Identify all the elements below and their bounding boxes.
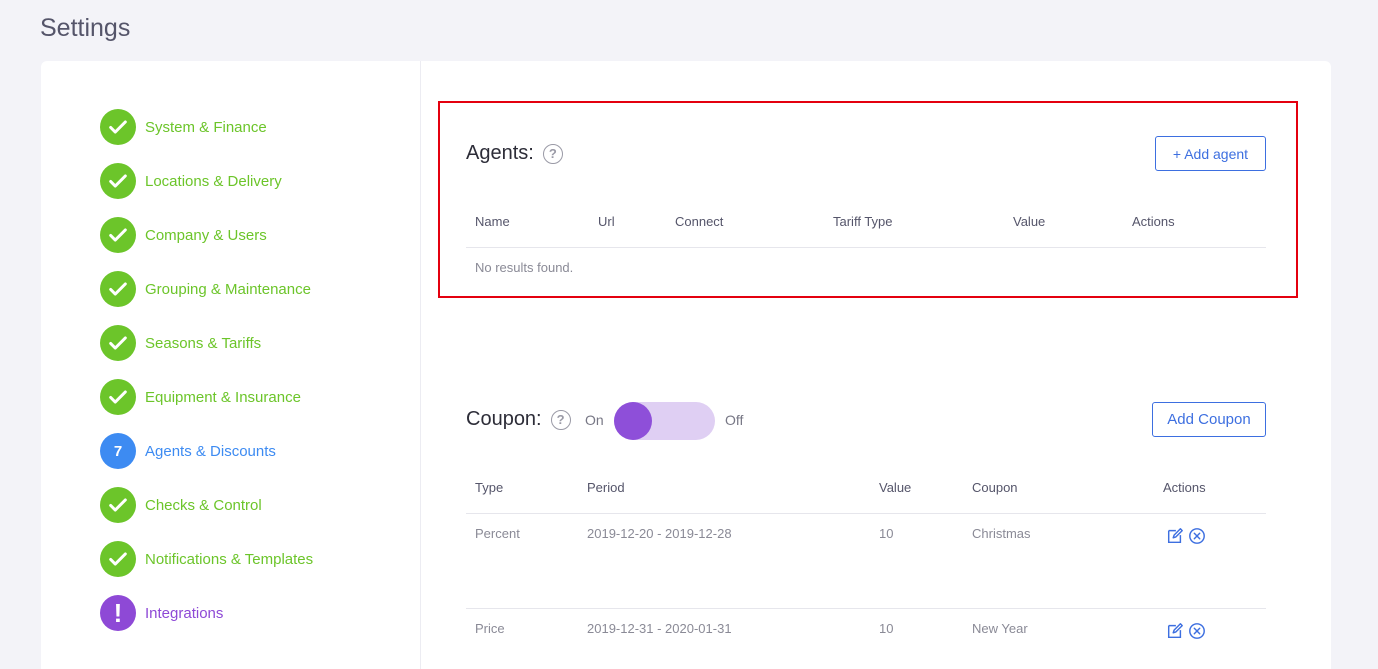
coupon-value: 10 xyxy=(879,526,894,541)
step-seasons-tariffs[interactable]: Seasons & Tariffs xyxy=(100,316,313,370)
question-circle-icon[interactable]: ? xyxy=(550,409,571,430)
check-icon xyxy=(100,109,136,145)
coupon-col-coupon: Coupon xyxy=(972,480,1018,495)
steps-list: System & Finance Locations & Delivery Co… xyxy=(100,100,313,640)
coupon-type: Price xyxy=(475,621,505,636)
agents-col-name: Name xyxy=(475,214,510,229)
step-label: Grouping & Maintenance xyxy=(145,280,311,298)
step-label: Integrations xyxy=(145,604,224,622)
check-icon xyxy=(100,325,136,361)
agents-title-text: Agents: xyxy=(466,142,534,164)
coupon-col-period: Period xyxy=(587,480,625,495)
step-agents-discounts[interactable]: 7 Agents & Discounts xyxy=(100,424,313,478)
check-icon xyxy=(100,217,136,253)
step-number-badge: 7 xyxy=(100,433,136,469)
check-icon xyxy=(100,541,136,577)
step-label: Checks & Control xyxy=(145,496,262,514)
step-company-users[interactable]: Company & Users xyxy=(100,208,313,262)
toggle-off-label: Off xyxy=(725,412,744,428)
coupon-col-actions: Actions xyxy=(1163,480,1206,495)
edit-icon[interactable] xyxy=(1166,527,1184,545)
toggle-on-label: On xyxy=(585,412,604,428)
check-icon xyxy=(100,271,136,307)
step-notifications-templates[interactable]: Notifications & Templates xyxy=(100,532,313,586)
step-label: Company & Users xyxy=(145,226,267,244)
check-icon xyxy=(100,379,136,415)
coupon-col-type: Type xyxy=(475,480,504,495)
toggle-knob[interactable] xyxy=(614,402,652,440)
close-circle-icon[interactable] xyxy=(1188,622,1206,640)
agents-header-divider xyxy=(466,247,1266,248)
agents-title: Agents: ? xyxy=(466,142,563,165)
coupon-code: New Year xyxy=(972,621,1028,636)
step-equipment-insurance[interactable]: Equipment & Insurance xyxy=(100,370,313,424)
add-coupon-button[interactable]: Add Coupon xyxy=(1152,402,1266,437)
agents-col-actions: Actions xyxy=(1132,214,1175,229)
coupon-header-divider xyxy=(466,513,1266,514)
coupon-code: Christmas xyxy=(972,526,1031,541)
agents-col-connect: Connect xyxy=(675,214,724,229)
page-title: Settings xyxy=(40,14,131,42)
edit-icon[interactable] xyxy=(1166,622,1184,640)
step-label: System & Finance xyxy=(145,118,267,136)
agents-empty-text: No results found. xyxy=(475,260,574,275)
coupon-type: Percent xyxy=(475,526,520,541)
coupon-period: 2019-12-20 - 2019-12-28 xyxy=(587,526,732,541)
step-integrations[interactable]: ! Integrations xyxy=(100,586,313,640)
step-label: Equipment & Insurance xyxy=(145,388,301,406)
agents-col-value: Value xyxy=(1013,214,1046,229)
question-circle-icon[interactable]: ? xyxy=(542,143,563,164)
coupon-col-value: Value xyxy=(879,480,912,495)
coupon-title-text: Coupon: xyxy=(466,408,542,430)
check-icon xyxy=(100,163,136,199)
coupon-title: Coupon: ? xyxy=(466,408,571,431)
exclamation-icon: ! xyxy=(100,595,136,631)
close-circle-icon[interactable] xyxy=(1188,527,1206,545)
step-label: Locations & Delivery xyxy=(145,172,282,190)
check-icon xyxy=(100,487,136,523)
row-divider xyxy=(466,608,1266,609)
step-label: Notifications & Templates xyxy=(145,550,314,568)
coupon-period: 2019-12-31 - 2020-01-31 xyxy=(587,621,732,636)
agents-col-url: Url xyxy=(598,214,615,229)
step-label: Seasons & Tariffs xyxy=(145,334,262,352)
agents-col-tariff-type: Tariff Type xyxy=(833,214,893,229)
step-system-finance[interactable]: System & Finance xyxy=(100,100,313,154)
step-grouping-maintenance[interactable]: Grouping & Maintenance xyxy=(100,262,313,316)
step-label: Agents & Discounts xyxy=(145,442,276,460)
step-locations-delivery[interactable]: Locations & Delivery xyxy=(100,154,313,208)
coupon-toggle[interactable] xyxy=(614,402,715,440)
add-agent-button[interactable]: + Add agent xyxy=(1155,136,1266,171)
step-checks-control[interactable]: Checks & Control xyxy=(100,478,313,532)
card-divider xyxy=(420,61,421,669)
coupon-value: 10 xyxy=(879,621,894,636)
